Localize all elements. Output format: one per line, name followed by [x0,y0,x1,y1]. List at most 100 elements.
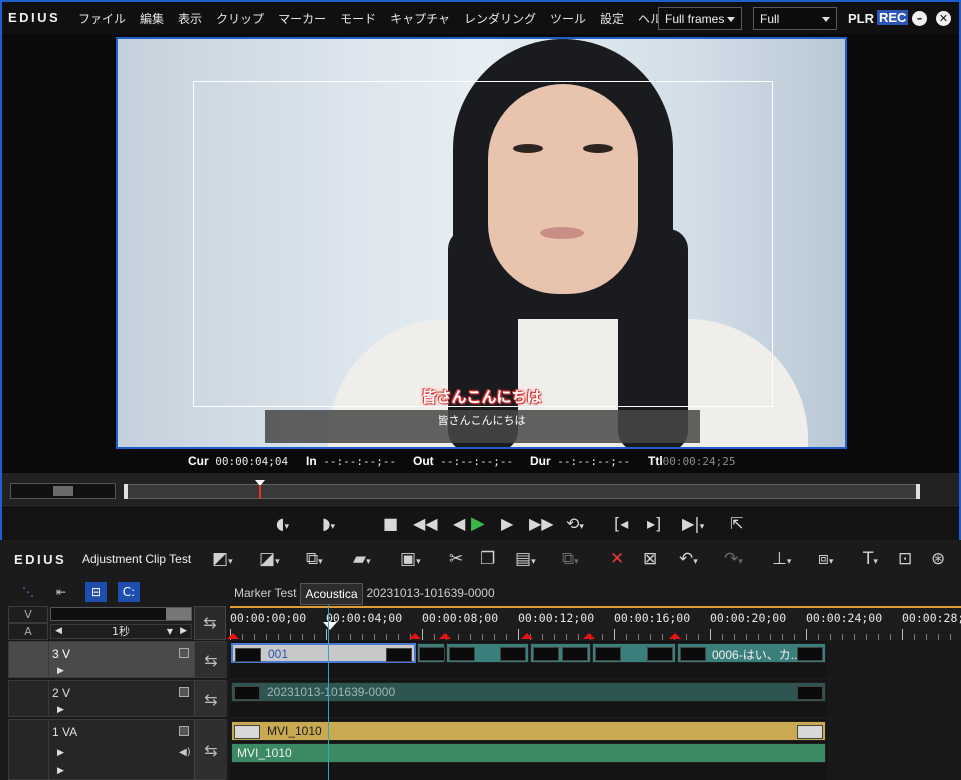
menu-render[interactable]: レンダリング [464,10,536,27]
clip-20231013[interactable]: 20231013-101639-0000 [231,682,826,702]
audio-fade-icon[interactable]: ◪▾ [259,549,280,572]
fast-forward-icon[interactable]: ▶▶ [529,515,554,533]
menu-file[interactable]: ファイル [78,10,126,27]
sequence-marker[interactable] [439,633,451,639]
timeline-ruler[interactable]: 00:00:00;00 00:00:04;00 00:00:08;00 00:0… [227,606,961,640]
menu-clip[interactable]: クリップ [216,10,264,27]
timeline-playhead-icon[interactable] [323,622,337,630]
menu-mode[interactable]: モード [340,10,376,27]
rec-toggle[interactable]: REC [877,10,909,25]
slider-start-handle[interactable] [124,484,128,499]
delete-icon[interactable]: ✕ [610,549,624,569]
clip[interactable] [446,643,529,663]
sequence-marker[interactable] [669,633,681,639]
sync-toggle-icon[interactable]: ⇆ [194,606,226,640]
menu-edit[interactable]: 編集 [140,10,164,27]
video-monitor-icon[interactable] [179,648,189,658]
track-lock-area[interactable] [9,681,49,716]
speaker-icon[interactable]: ◀) [179,747,191,758]
sequence-icon[interactable]: ⧉▾ [306,549,323,572]
video-monitor-icon[interactable] [179,687,189,697]
jump-in-icon[interactable]: [◂ [614,515,628,533]
plr-toggle[interactable]: PLR [848,11,874,26]
track-lock-area[interactable] [9,642,49,677]
jump-out-icon[interactable]: ▸] [647,515,661,533]
menu-capture[interactable]: キャプチャ [390,10,450,27]
rewind-icon[interactable]: ◀◀ [413,515,438,533]
lane-1va[interactable]: MVI_1010 MVI_1010 [230,719,961,780]
slider-end-handle[interactable] [916,484,920,499]
timescale-selector[interactable]: ◀ 1秒 ▼ ▶ [50,624,192,639]
voice-over-icon[interactable]: ⊛ [931,549,945,569]
track-header-2v[interactable]: 2 V ▶ ⇆ [8,680,227,717]
insert-to-timeline-icon[interactable]: ▶|▾ [682,515,704,536]
display-mode-dropdown[interactable]: Full frames [658,7,742,30]
sequence-marker[interactable] [227,633,239,639]
ripple-delete-icon[interactable]: ⊠ [643,549,657,569]
tab-acoustica[interactable]: Acoustica [300,583,363,605]
link-icon[interactable]: ⊟ [85,582,107,602]
play-icon[interactable]: ▶ [471,515,485,533]
menu-marker[interactable]: マーカー [278,10,326,27]
redo-icon[interactable]: ↷▾ [724,549,743,572]
overview-thumb[interactable] [166,608,191,620]
sequence-marker[interactable] [409,633,421,639]
expand-icon[interactable]: ▶ [57,766,64,776]
clip-mvi-1010-audio[interactable]: MVI_1010 [231,743,826,763]
paste-icon[interactable]: ▤▾ [515,549,536,572]
step-back-icon[interactable]: ◀ [453,515,465,533]
clip[interactable] [530,643,591,663]
lane-2v[interactable]: 20231013-101639-0000 [230,680,961,717]
undo-icon[interactable]: ↶▾ [679,549,698,572]
clip[interactable] [417,643,445,663]
sequence-marker[interactable] [521,633,533,639]
shuttle-slider[interactable] [10,483,116,499]
loop-icon[interactable]: ⟲▾ [566,515,584,536]
clip-mvi-1010-video[interactable]: MVI_1010 [231,721,826,741]
set-in-icon[interactable]: ◖▾ [276,515,289,536]
menu-settings[interactable]: 設定 [600,10,624,27]
shuttle-thumb[interactable] [53,486,73,496]
transition-icon[interactable]: ◩▾ [212,549,233,572]
scale-left-icon[interactable]: ◀ [55,625,62,638]
set-out-icon[interactable]: ◗▾ [322,515,335,536]
export-icon[interactable]: ⇱ [730,515,743,533]
sync-toggle-icon[interactable]: ⇆ [194,720,227,779]
tab-20231013[interactable]: 20231013-101639-0000 [363,583,499,605]
copy-icon[interactable]: ❐ [480,549,495,569]
sync-lock-icon[interactable]: ⋱ [17,582,39,602]
tab-marker-test[interactable]: Marker Test [230,583,300,605]
chevron-down-icon[interactable]: ▼ [167,625,173,638]
insert-mode-icon[interactable]: ⇤ [50,582,72,602]
timeline-overview-bar[interactable] [50,607,192,621]
title-icon[interactable]: T▾ [863,549,878,572]
expand-icon[interactable]: ▶ [57,705,64,715]
quality-dropdown[interactable]: Full [753,7,837,30]
scale-right-icon[interactable]: ▶ [180,625,187,638]
track-header-3v[interactable]: 3 V ▶ ⇆ [8,641,227,678]
close-icon[interactable]: ✕ [936,11,951,26]
set-marker-icon[interactable]: ⊥▾ [772,549,791,572]
position-slider[interactable] [124,484,920,499]
clip-001[interactable]: 001 [231,643,416,663]
snap-icon[interactable]: C: [118,582,140,602]
sync-toggle-icon[interactable]: ⇆ [194,681,227,716]
save-icon[interactable]: ▣▾ [400,549,421,572]
expand-icon[interactable]: ▶ [57,666,64,676]
stop-icon[interactable]: ■ [383,515,398,533]
clip[interactable] [592,643,676,663]
track-header-1va[interactable]: 1 VA ▶ ▶ ◀) ⇆ [8,719,227,780]
lane-3v[interactable]: 001 0006-はい、カ... [230,641,961,678]
video-monitor-icon[interactable] [179,726,189,736]
sequence-marker[interactable] [583,633,595,639]
clip-0006[interactable]: 0006-はい、カ... [677,643,826,663]
menu-tools[interactable]: ツール [550,10,586,27]
expand-icon[interactable]: ▶ [57,748,64,758]
open-folder-icon[interactable]: ▰▾ [353,549,371,572]
minimize-icon[interactable]: – [912,11,927,26]
paste-attributes-icon[interactable]: ⧉▾ [562,549,579,572]
preview-monitor[interactable]: 皆さんこんにちは 皆さんこんにちは [116,37,847,449]
step-forward-icon[interactable]: ▶ [501,515,513,533]
cut-icon[interactable]: ✂ [449,549,463,569]
track-lock-area[interactable] [9,720,49,779]
